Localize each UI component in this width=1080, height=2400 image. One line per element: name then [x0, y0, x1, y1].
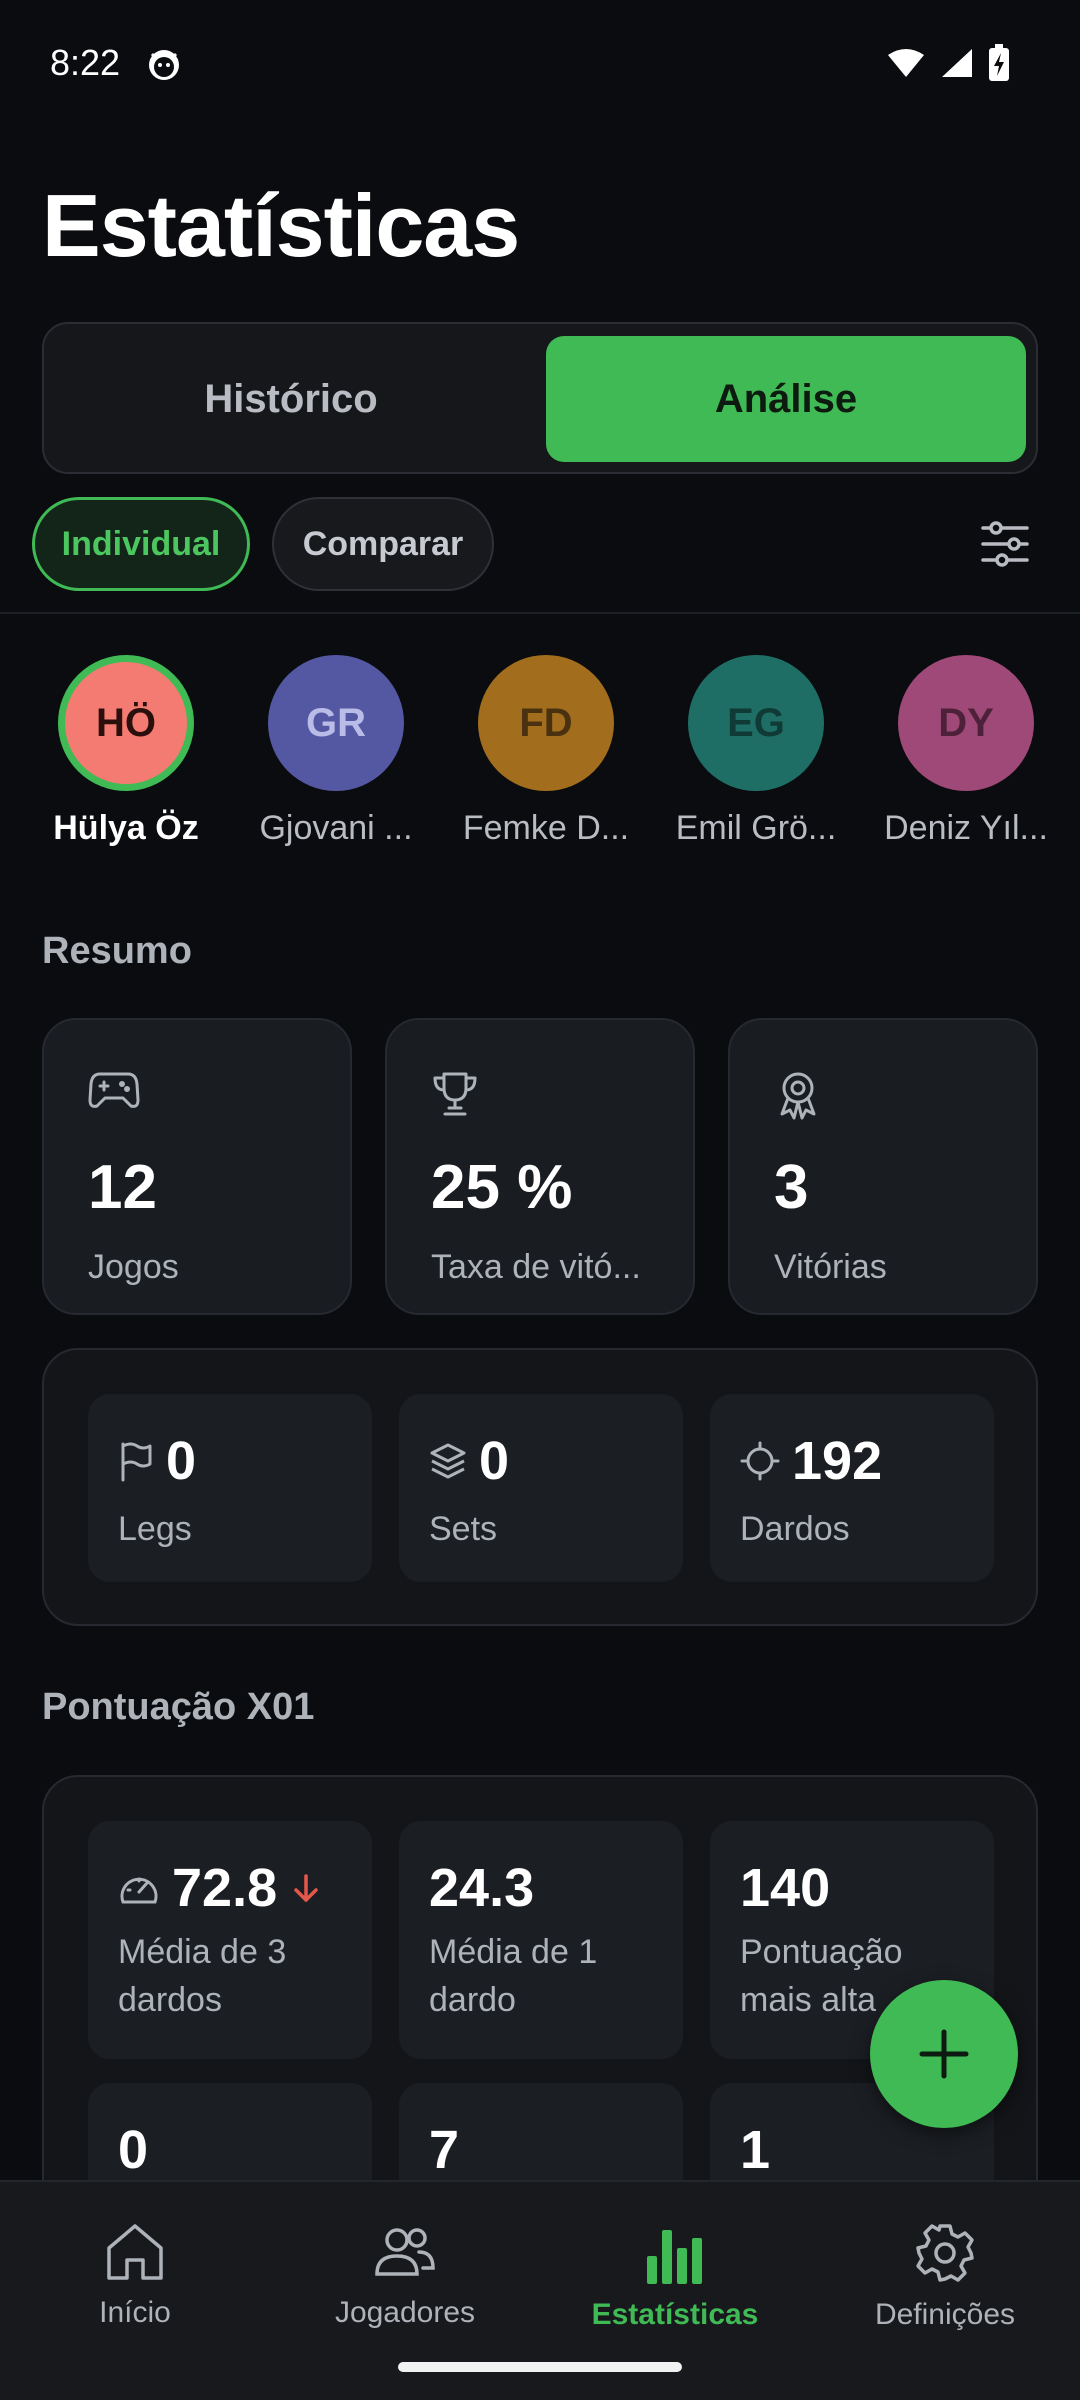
darts-value: 192: [792, 1431, 883, 1491]
layers-icon: [429, 1442, 467, 1480]
sets-tile: 0 Sets: [399, 1394, 683, 1582]
wins-value: 3: [774, 1153, 809, 1222]
player-name: Hülya Öz: [53, 809, 199, 847]
stat-value: 7: [429, 2120, 460, 2180]
home-indicator: [398, 2362, 682, 2372]
label-line: Pontuação: [740, 1933, 903, 1971]
player-name: Gjovani ...: [259, 809, 413, 847]
x01-title: Pontuação X01: [42, 1686, 315, 1728]
signal-icon: [940, 47, 974, 79]
nav-stats-label: Estatísticas: [591, 2298, 759, 2331]
highest-score-value: 140: [740, 1858, 831, 1918]
page-title: Estatísticas: [42, 176, 520, 275]
tab-history[interactable]: Histórico: [56, 336, 526, 462]
flag-icon: [118, 1440, 154, 1482]
legs-tile: 0 Legs: [88, 1394, 372, 1582]
summary-detail-panel: 0 Legs 0 Sets 192 Dardos: [42, 1348, 1038, 1626]
player-item[interactable]: HÖ Hülya Öz: [26, 655, 226, 848]
games-value: 12: [88, 1153, 157, 1222]
nav-settings[interactable]: Definições: [820, 2222, 1070, 2332]
cat-notification-icon: [146, 46, 182, 82]
nav-players-label: Jogadores: [334, 2296, 476, 2329]
player-name: Emil Grö...: [675, 809, 837, 847]
battery-icon: [988, 44, 1010, 82]
highest-score-label: Pontuação mais alta: [740, 1929, 903, 2024]
avg-3-darts-label: Média de 3 dardos: [118, 1929, 286, 2024]
legs-value: 0: [166, 1431, 197, 1491]
win-rate-value: 25 %: [431, 1153, 573, 1222]
label-line: mais alta: [740, 1980, 877, 2019]
plus-icon: [917, 2027, 971, 2081]
filter-sliders-icon[interactable]: [980, 520, 1030, 568]
arrow-down-icon: [289, 1871, 323, 1905]
compare-chip[interactable]: Comparar: [272, 497, 494, 591]
player-item[interactable]: EG Emil Grö...: [656, 655, 856, 848]
wins-label: Vitórias: [774, 1248, 887, 1286]
nav-players[interactable]: Jogadores: [280, 2222, 530, 2330]
player-item[interactable]: DY Deniz Yıl...: [866, 655, 1066, 848]
legs-label: Legs: [118, 1510, 192, 1548]
avg-3-darts-value: 72.8: [172, 1858, 278, 1918]
gauge-icon: [118, 1870, 160, 1906]
nav-home[interactable]: Início: [10, 2222, 260, 2330]
avatar: FD: [478, 655, 614, 791]
label-line: Média de 3: [118, 1933, 287, 1971]
avg-1-dart-value: 24.3: [429, 1858, 535, 1918]
trophy-icon: [431, 1070, 479, 1118]
medal-icon: [774, 1070, 822, 1120]
avatar: HÖ: [58, 655, 194, 791]
games-card: 12 Jogos: [42, 1018, 352, 1315]
win-rate-label: Taxa de vitó...: [431, 1248, 641, 1286]
individual-chip[interactable]: Individual: [32, 497, 250, 591]
view-segmented-control: Histórico Análise: [42, 322, 1038, 474]
avg-1-dart-tile: 24.3 Média de 1 dardo: [399, 1821, 683, 2059]
add-game-button[interactable]: [870, 1980, 1018, 2128]
stat-value: 1: [740, 2120, 771, 2180]
avatar: EG: [688, 655, 824, 791]
home-icon: [103, 2222, 167, 2282]
sets-value: 0: [479, 1431, 510, 1491]
win-rate-card: 25 % Taxa de vitó...: [385, 1018, 695, 1315]
stats-icon: [645, 2222, 705, 2284]
wins-card: 3 Vitórias: [728, 1018, 1038, 1315]
darts-tile: 192 Dardos: [710, 1394, 994, 1582]
games-label: Jogos: [88, 1248, 179, 1286]
player-name: Femke D...: [462, 809, 630, 847]
label-line: dardos: [118, 1980, 222, 2019]
player-item[interactable]: FD Femke D...: [446, 655, 646, 848]
wifi-icon: [886, 47, 926, 79]
crosshair-icon: [740, 1441, 780, 1481]
settings-icon: [914, 2222, 976, 2284]
avg-3-darts-tile: 72.8 Média de 3 dardos: [88, 1821, 372, 2059]
summary-title: Resumo: [42, 930, 192, 972]
divider: [0, 612, 1080, 614]
status-time: 8:22: [50, 42, 121, 83]
status-icons: [886, 44, 1010, 82]
label-line: Média de 1: [429, 1933, 598, 1971]
player-item[interactable]: GR Gjovani ...: [236, 655, 436, 848]
nav-stats[interactable]: Estatísticas: [550, 2222, 800, 2332]
player-name: Deniz Yıl...: [884, 809, 1048, 847]
gamepad-icon: [88, 1070, 140, 1110]
sets-label: Sets: [429, 1510, 498, 1548]
avatar: DY: [898, 655, 1034, 791]
tab-analysis[interactable]: Análise: [546, 336, 1026, 462]
label-line: dardo: [429, 1980, 516, 2019]
avatar: GR: [268, 655, 404, 791]
nav-home-label: Início: [99, 2296, 171, 2329]
stat-value: 0: [118, 2120, 149, 2180]
avg-1-dart-label: Média de 1 dardo: [429, 1929, 597, 2024]
nav-settings-label: Definições: [874, 2298, 1016, 2331]
darts-label: Dardos: [740, 1510, 850, 1548]
players-icon: [373, 2222, 437, 2282]
